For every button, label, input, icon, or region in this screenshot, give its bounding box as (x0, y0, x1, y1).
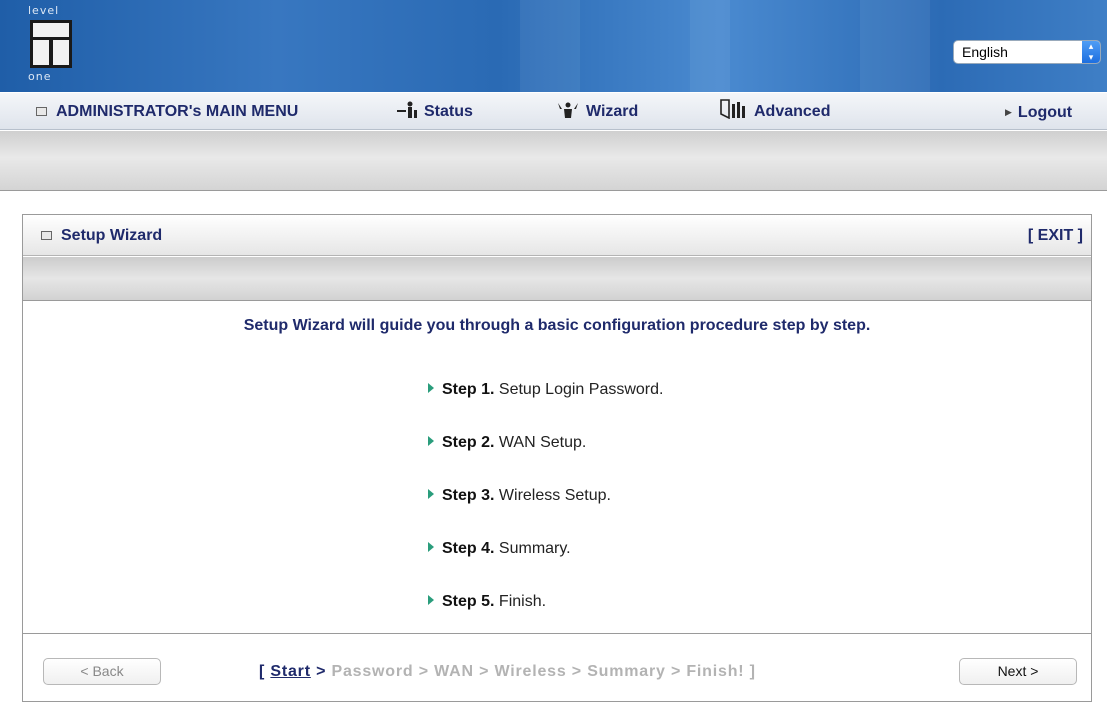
progress-separator: > (310, 663, 332, 680)
step-label: Step 3. (442, 487, 495, 504)
progress-step-finish: > Finish! (665, 663, 745, 680)
menu-item-advanced[interactable]: Advanced (720, 93, 830, 131)
wizard-progress-breadcrumb: [ Start > Password > WAN > Wireless > Su… (259, 658, 756, 685)
sub-menu-bar (0, 131, 1107, 191)
logo-text-bottom: one (28, 70, 52, 83)
menu-logout-label: Logout (1017, 104, 1073, 121)
panel-header: Setup Wizard [ EXIT ] (23, 215, 1091, 256)
admin-menu-label: ADMINISTRATOR's MAIN MENU (56, 103, 299, 120)
progress-step-password: > Password (311, 663, 414, 680)
step-bullet-icon (428, 383, 434, 393)
menu-square-icon (36, 107, 47, 116)
list-item: Step 4. Summary. (428, 540, 663, 593)
step-label: Step 1. (442, 381, 495, 398)
advanced-icon (720, 99, 745, 119)
back-button[interactable]: < Back (43, 658, 161, 685)
step-text: Summary. (494, 540, 571, 557)
list-item: Step 1. Setup Login Password. (428, 381, 663, 434)
wizard-intro-text: Setup Wizard will guide you through a ba… (243, 317, 871, 334)
select-arrows-icon: ▴ ▾ (1082, 41, 1100, 63)
logo-mark-icon (30, 20, 72, 68)
step-bullet-icon (428, 436, 434, 446)
step-bullet-icon (428, 542, 434, 552)
admin-main-menu-title: ADMINISTRATOR's MAIN MENU (36, 93, 298, 131)
step-bullet-icon (428, 595, 434, 605)
logout-arrow-icon: ▶ (1005, 107, 1012, 117)
progress-step-wan: > WAN (413, 663, 474, 680)
panel-subheader-band (23, 257, 1091, 301)
main-menu-bar: ADMINISTRATOR's MAIN MENU Status Wizard … (0, 92, 1107, 130)
exit-link[interactable]: [ EXIT ] (1028, 215, 1083, 256)
menu-item-status[interactable]: Status (396, 93, 473, 131)
header-banner: level one English ▴ ▾ (0, 0, 1107, 92)
step-label: Step 2. (442, 434, 495, 451)
step-label: Step 4. (442, 540, 495, 557)
progress-step-password-label: Password (331, 663, 414, 680)
list-item: Step 3. Wireless Setup. (428, 487, 663, 540)
step-text: Finish. (494, 593, 547, 610)
step-label: Step 5. (442, 593, 495, 610)
panel-title-label: Setup Wizard (61, 227, 163, 244)
step-text: WAN Setup. (494, 434, 587, 451)
logo-text-top: level (28, 4, 60, 17)
progress-start-link[interactable]: Start (270, 663, 310, 680)
step-bullet-icon (428, 489, 434, 499)
language-select-value: English (962, 44, 1008, 60)
status-person-icon (397, 101, 417, 118)
wizard-steps-list: Step 1. Setup Login Password. Step 2. WA… (428, 381, 663, 646)
panel-footer: < Back [ Start > Password > WAN > Wirele… (23, 633, 1091, 701)
progress-open-bracket: [ (259, 663, 271, 680)
menu-item-logout[interactable]: ▶ Logout (1005, 93, 1072, 131)
setup-wizard-panel: Setup Wizard [ EXIT ] Setup Wizard will … (22, 214, 1092, 702)
panel-title: Setup Wizard (41, 215, 162, 256)
menu-advanced-label: Advanced (754, 103, 831, 120)
list-item: Step 2. WAN Setup. (428, 434, 663, 487)
next-button[interactable]: Next > (959, 658, 1077, 685)
language-select[interactable]: English ▴ ▾ (953, 40, 1101, 64)
panel-square-icon (41, 231, 52, 240)
step-text: Wireless Setup. (494, 487, 611, 504)
levelone-logo: level one (28, 4, 74, 86)
menu-wizard-label: Wizard (586, 103, 639, 120)
progress-step-summary: > Summary (566, 663, 666, 680)
progress-close-bracket: ] (744, 663, 756, 680)
menu-status-label: Status (424, 103, 473, 120)
menu-item-wizard[interactable]: Wizard (556, 93, 638, 131)
wizard-icon (558, 102, 578, 118)
step-text: Setup Login Password. (494, 381, 664, 398)
progress-step-wireless: > Wireless (473, 663, 567, 680)
